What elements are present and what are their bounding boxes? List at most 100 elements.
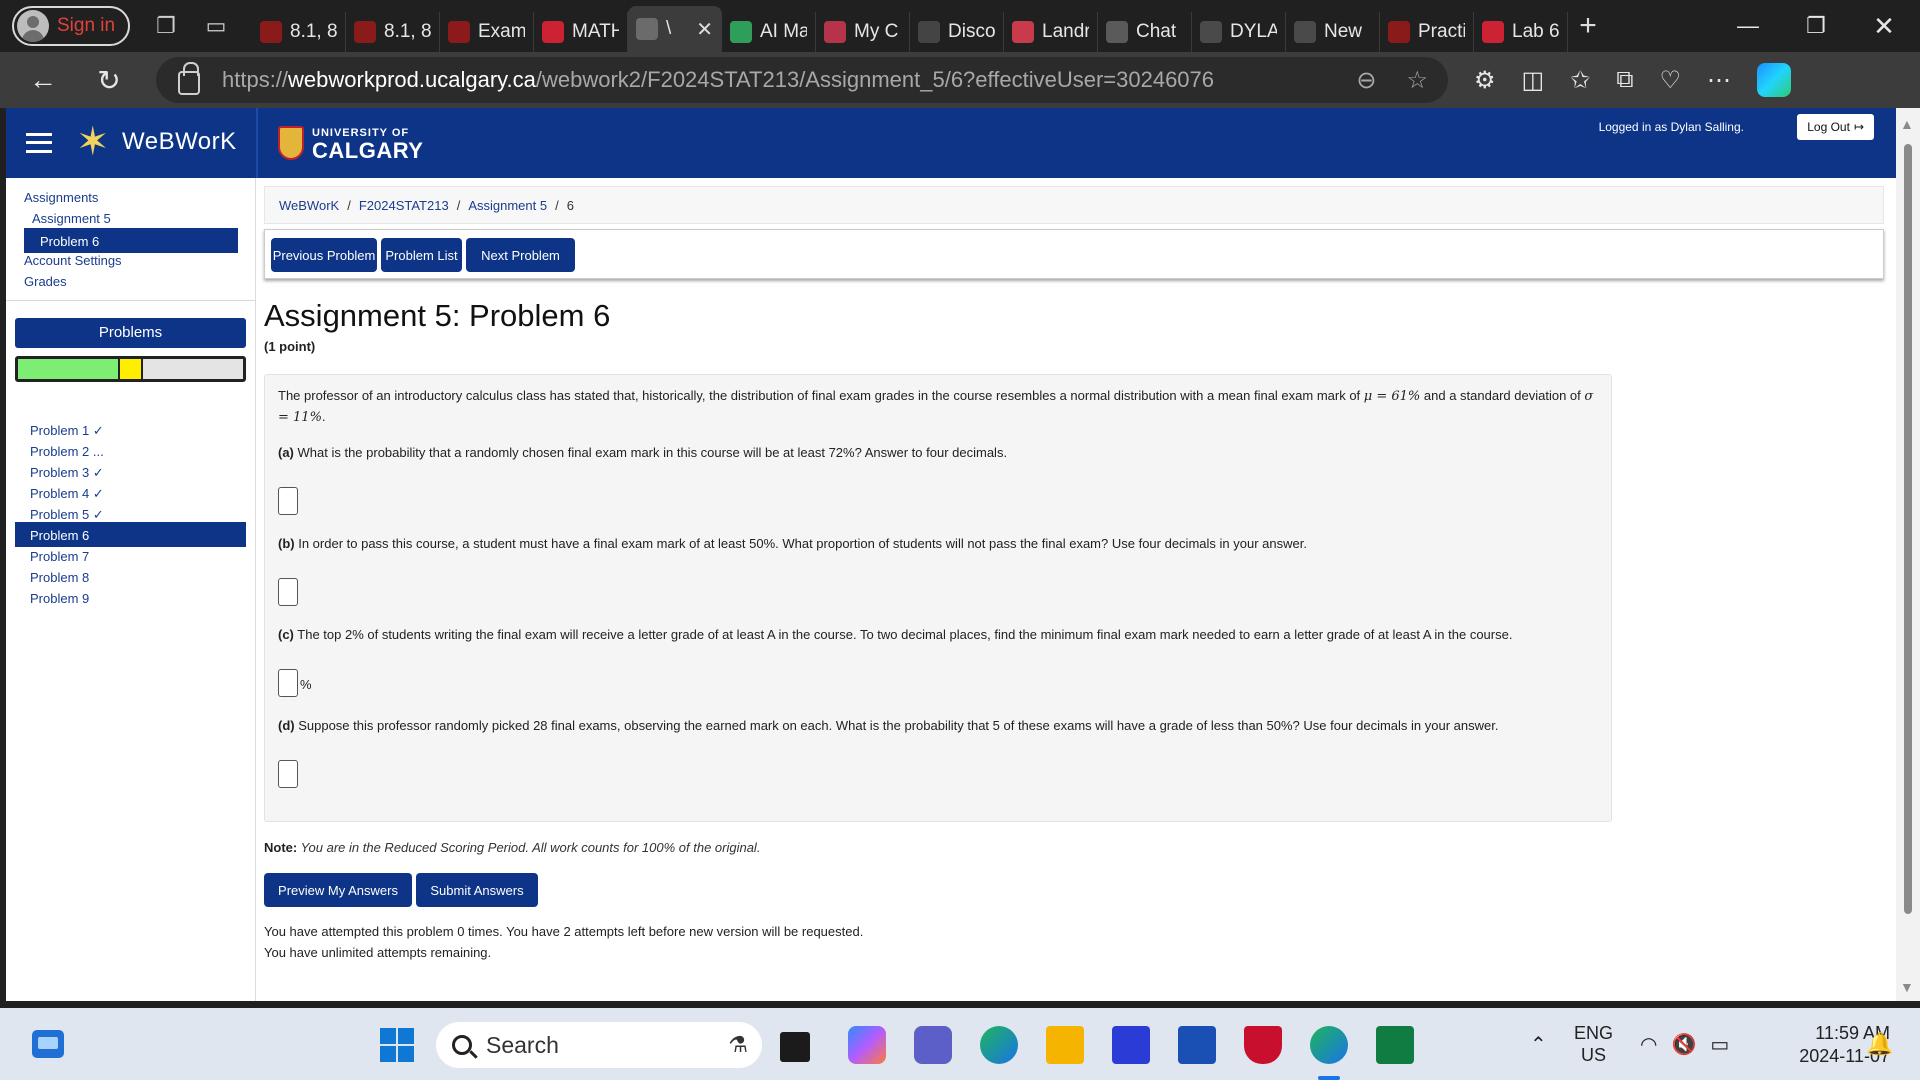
- browser-tab[interactable]: \ ✕: [628, 6, 722, 52]
- browser-tab[interactable]: 8.1, 8: [346, 12, 440, 52]
- language-indicator[interactable]: ENG US: [1574, 1022, 1613, 1066]
- problem-link[interactable]: Problem 7: [30, 549, 89, 564]
- percent-unit: %: [300, 677, 312, 692]
- sidebar-link-account-settings[interactable]: Account Settings: [24, 253, 122, 268]
- previous-problem-button[interactable]: Previous Problem: [271, 238, 377, 272]
- browser-tab[interactable]: My C: [816, 12, 910, 52]
- problem-link-active[interactable]: Problem 6: [15, 522, 246, 547]
- problem-link[interactable]: Problem 2 ...: [30, 444, 104, 459]
- show-hidden-icons[interactable]: ⌃: [1530, 1008, 1547, 1080]
- breadcrumb-webwork[interactable]: WeBWorK: [279, 198, 339, 213]
- page-scrollbar[interactable]: ▲ ▼: [1896, 108, 1920, 1001]
- split-screen-icon[interactable]: ◫: [1522, 66, 1545, 95]
- math-app-icon[interactable]: [1112, 1026, 1150, 1064]
- refresh-icon[interactable]: ↻: [76, 52, 142, 108]
- tab-favicon-icon: [1012, 21, 1034, 43]
- url-text[interactable]: https://webworkprod.ucalgary.ca/webwork2…: [222, 67, 1214, 93]
- answer-input-a[interactable]: [278, 487, 298, 515]
- breadcrumb-course[interactable]: F2024STAT213: [359, 198, 449, 213]
- battery-icon[interactable]: ▭: [1710, 1032, 1729, 1057]
- new-tab-icon[interactable]: +: [1568, 9, 1608, 43]
- zoom-out-icon[interactable]: ⊖: [1356, 66, 1376, 95]
- language-code: ENG: [1574, 1023, 1614, 1043]
- wifi-icon[interactable]: ◠: [1640, 1032, 1657, 1057]
- tab-actions-icon[interactable]: ▭: [194, 6, 238, 46]
- close-window-icon[interactable]: ✕: [1854, 0, 1914, 52]
- taskbar-search-box[interactable]: Search ⚗: [436, 1022, 762, 1068]
- problem-link[interactable]: Problem 4 ✓: [30, 486, 104, 502]
- more-options-icon[interactable]: ⋯: [1707, 66, 1731, 95]
- next-problem-button[interactable]: Next Problem: [466, 238, 575, 272]
- problem-link[interactable]: Problem 9: [30, 591, 89, 606]
- browser-tab[interactable]: Disco: [910, 12, 1004, 52]
- logged-in-text: Logged in as Dylan Salling.: [1598, 120, 1744, 134]
- address-bar[interactable]: https://webworkprod.ucalgary.ca/webwork2…: [156, 57, 1448, 103]
- scroll-up-icon[interactable]: ▲: [1900, 116, 1914, 132]
- browser-toolbar: ← ↻ https://webworkprod.ucalgary.ca/webw…: [0, 52, 1920, 108]
- answer-input-d[interactable]: [278, 760, 298, 788]
- webwork-logo-text[interactable]: WeBWorK: [122, 128, 237, 156]
- webwork-star-logo-icon[interactable]: ✶: [76, 122, 116, 162]
- preview-answers-button[interactable]: Preview My Answers: [264, 873, 412, 907]
- teams-icon[interactable]: [914, 1026, 952, 1064]
- sidebar-link-assignments[interactable]: Assignments: [24, 190, 98, 205]
- edge-icon[interactable]: [980, 1026, 1018, 1064]
- back-arrow-icon[interactable]: ←: [10, 52, 76, 108]
- excel-icon[interactable]: [1376, 1026, 1414, 1064]
- sidebar-link-assignment-5[interactable]: Assignment 5: [32, 211, 111, 226]
- task-view-icon[interactable]: [780, 1032, 810, 1062]
- submit-answers-button[interactable]: Submit Answers: [416, 873, 538, 907]
- widgets-icon[interactable]: [32, 1030, 64, 1058]
- menu-hamburger-icon[interactable]: [26, 133, 52, 153]
- logout-button[interactable]: Log Out ↦: [1797, 114, 1874, 140]
- problem-link[interactable]: Problem 5 ✓: [30, 507, 104, 523]
- collections-icon[interactable]: ⧉: [1616, 66, 1633, 94]
- favorite-star-icon[interactable]: ☆: [1406, 66, 1428, 95]
- copilot-icon[interactable]: [1756, 63, 1791, 97]
- restore-icon[interactable]: ❐: [1786, 0, 1846, 52]
- problem-link[interactable]: Problem 1 ✓: [30, 423, 104, 439]
- tab-favicon-icon: [1388, 21, 1410, 43]
- windows-start-icon[interactable]: [380, 1028, 414, 1062]
- browser-tab[interactable]: MATH: [534, 12, 628, 52]
- scrollbar-thumb[interactable]: [1904, 144, 1912, 914]
- browser-tab[interactable]: 8.1, 8: [252, 12, 346, 52]
- answer-input-b[interactable]: [278, 578, 298, 606]
- tab-favicon-icon: [1200, 21, 1222, 43]
- close-tab-icon[interactable]: ✕: [696, 17, 713, 42]
- browser-tab[interactable]: New: [1286, 12, 1380, 52]
- mcafee-icon[interactable]: [1244, 1026, 1282, 1064]
- microsoft-store-icon[interactable]: [1178, 1026, 1216, 1064]
- answer-input-c[interactable]: [278, 669, 298, 697]
- webwork-header: ✶ WeBWorK UNIVERSITY OF CALGARY Logged i…: [6, 108, 1896, 178]
- browser-tab[interactable]: AI Ma: [722, 12, 816, 52]
- problem-link[interactable]: Problem 3 ✓: [30, 465, 104, 481]
- problem-link[interactable]: Problem 8: [30, 570, 89, 585]
- sidebar-link-problem-6-active[interactable]: Problem 6: [24, 228, 238, 253]
- favorites-icon[interactable]: ✩: [1570, 66, 1590, 95]
- minimize-icon[interactable]: —: [1718, 0, 1778, 52]
- tab-title: Chat: [1136, 21, 1177, 42]
- browser-tab[interactable]: Landr: [1004, 12, 1098, 52]
- workspaces-icon[interactable]: ❐: [144, 6, 188, 46]
- browser-essentials-icon[interactable]: ♡: [1659, 66, 1681, 95]
- browser-tab[interactable]: Practi: [1380, 12, 1474, 52]
- profile-sign-in-button[interactable]: Sign in: [12, 6, 130, 46]
- browser-tab[interactable]: Lab 6: [1474, 12, 1568, 52]
- copilot-app-icon[interactable]: [848, 1026, 886, 1064]
- system-tray[interactable]: ◠ 🔇 ▭: [1640, 1008, 1729, 1080]
- lock-icon[interactable]: [178, 62, 200, 95]
- scroll-down-icon[interactable]: ▼: [1900, 979, 1914, 995]
- notifications-bell-icon[interactable]: 🔔: [1866, 1008, 1893, 1080]
- breadcrumb-assignment[interactable]: Assignment 5: [468, 198, 547, 213]
- sidebar-link-grades[interactable]: Grades: [24, 274, 67, 289]
- browser-tab[interactable]: DYLA: [1192, 12, 1286, 52]
- extensions-icon[interactable]: ⚙: [1474, 66, 1496, 95]
- file-explorer-icon[interactable]: [1046, 1026, 1084, 1064]
- header-divider: [256, 108, 258, 178]
- browser-tab[interactable]: Chat: [1098, 12, 1192, 52]
- volume-muted-icon[interactable]: 🔇: [1671, 1032, 1696, 1057]
- edge-active-icon[interactable]: [1310, 1026, 1348, 1080]
- browser-tab[interactable]: Exam: [440, 12, 534, 52]
- problem-list-button[interactable]: Problem List: [381, 238, 462, 272]
